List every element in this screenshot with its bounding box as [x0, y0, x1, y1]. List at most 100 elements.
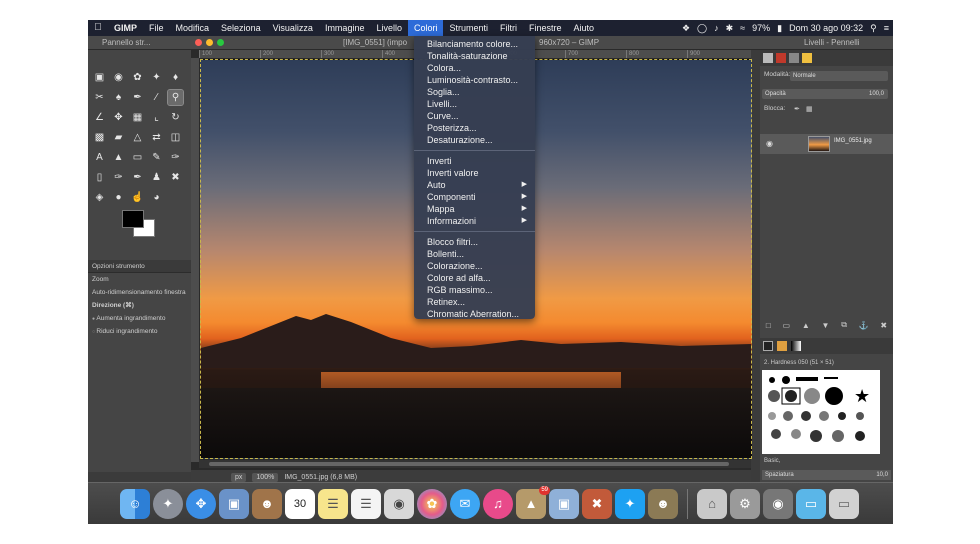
zoom-out-radio[interactable]: Riduci ingrandimento: [88, 325, 191, 338]
color-select-icon[interactable]: ♦: [168, 70, 183, 85]
battery-icon[interactable]: ▮: [777, 23, 782, 34]
opacity-field[interactable]: Opacità 100,0: [762, 89, 888, 99]
perspective-clone-icon[interactable]: ◈: [92, 190, 107, 205]
menu-item-invert[interactable]: Inverti: [414, 155, 535, 167]
launchpad-icon[interactable]: ✦: [153, 488, 183, 519]
xcode-icon[interactable]: ✖: [582, 488, 612, 519]
free-select-icon[interactable]: ✿: [130, 70, 145, 85]
menu-item-max-rgb[interactable]: RGB massimo...: [414, 284, 535, 296]
menu-immagine[interactable]: Immagine: [319, 20, 371, 36]
duplicate-layer-icon[interactable]: ⧉: [841, 320, 847, 330]
undo-tab-icon[interactable]: [802, 53, 812, 63]
new-group-icon[interactable]: ▭: [782, 321, 790, 330]
move-icon[interactable]: ✥: [111, 110, 126, 125]
apple-menu-icon[interactable]: : [88, 20, 108, 36]
menu-item-chromatic-aberration[interactable]: Chromatic Aberration...: [414, 308, 535, 320]
twitter-icon[interactable]: ✦: [615, 488, 645, 519]
menu-item-components[interactable]: Componenti ▶: [414, 191, 535, 203]
chat-icon[interactable]: ◯: [697, 23, 707, 34]
align-icon[interactable]: ▦: [130, 110, 145, 125]
photos-icon[interactable]: ✿: [417, 488, 447, 519]
zoom-in-radio[interactable]: Aumenta ingrandimento: [88, 312, 191, 325]
menu-item-brightness-contrast[interactable]: Luminosità-contrasto...: [414, 74, 535, 86]
rotate-icon[interactable]: ↻: [168, 110, 183, 125]
foreground-color-swatch[interactable]: [122, 210, 144, 228]
photo-booth-icon[interactable]: ◉: [384, 488, 414, 519]
dodge-burn-icon[interactable]: ◕: [149, 190, 164, 205]
menu-item-retinex[interactable]: Retinex...: [414, 296, 535, 308]
color-picker-icon[interactable]: ∕: [149, 90, 164, 105]
menu-item-colorize[interactable]: Colora...: [414, 62, 535, 74]
scale-icon[interactable]: ▩: [92, 130, 107, 145]
channels-tab-icon[interactable]: [776, 53, 786, 63]
paths-icon[interactable]: ✒: [130, 90, 145, 105]
smudge-icon[interactable]: ☝: [130, 190, 145, 205]
dropbox-icon[interactable]: ❖: [682, 23, 690, 34]
gimp-icon[interactable]: ☻: [648, 488, 678, 519]
menu-item-colorify[interactable]: Colorazione...: [414, 260, 535, 272]
bluetooth-icon[interactable]: ✱: [726, 23, 734, 34]
visibility-eye-icon[interactable]: ◉: [766, 139, 773, 148]
preview-icon[interactable]: ▣: [219, 488, 249, 519]
battery-percent[interactable]: 97%: [752, 23, 770, 33]
menu-aiuto[interactable]: Aiuto: [568, 20, 601, 36]
gradients-tab-icon[interactable]: [791, 341, 801, 351]
menu-item-threshold[interactable]: Soglia...: [414, 86, 535, 98]
zoom-select[interactable]: 100%: [252, 472, 279, 482]
flip-icon[interactable]: ⇄: [149, 130, 164, 145]
menu-modifica[interactable]: Modifica: [170, 20, 216, 36]
anchor-layer-icon[interactable]: ⚓: [859, 321, 869, 330]
delete-layer-icon[interactable]: ✖: [880, 321, 887, 330]
menu-item-value-invert[interactable]: Inverti valore: [414, 167, 535, 179]
menu-file[interactable]: File: [143, 20, 170, 36]
speaker-icon[interactable]: ◉: [763, 488, 793, 519]
tool-options-tab[interactable]: Opzioni strumento: [88, 260, 191, 273]
notes-icon[interactable]: ☰: [318, 488, 348, 519]
image-capture-icon[interactable]: ▣: [549, 488, 579, 519]
mode-select[interactable]: Normale: [790, 71, 888, 81]
fuzzy-select-icon[interactable]: ✦: [149, 70, 164, 85]
heal-icon[interactable]: ✖: [168, 170, 183, 185]
airbrush-icon[interactable]: ✑: [111, 170, 126, 185]
menu-colori[interactable]: Colori: [407, 20, 444, 36]
ellipse-select-icon[interactable]: ◉: [111, 70, 126, 85]
menu-filtri[interactable]: Filtri: [494, 20, 523, 36]
brush-set-label[interactable]: Basic,: [764, 458, 780, 464]
clock[interactable]: Dom 30 ago 09:32: [789, 23, 863, 33]
patterns-tab-icon[interactable]: [777, 341, 787, 351]
lock-alpha-icon[interactable]: ▦: [806, 105, 813, 113]
lower-layer-icon[interactable]: ▼: [822, 321, 830, 330]
safari-icon[interactable]: ✥: [186, 488, 216, 519]
lock-pixels-icon[interactable]: ✒: [794, 105, 800, 113]
itunes-icon[interactable]: ♫: [483, 488, 513, 519]
menu-seleziona[interactable]: Seleziona: [215, 20, 267, 36]
layers-tab-icon[interactable]: [763, 53, 773, 63]
scissors-icon[interactable]: ✂: [92, 90, 107, 105]
menu-visualizza[interactable]: Visualizza: [267, 20, 319, 36]
menu-app-gimp[interactable]: GIMP: [108, 20, 143, 36]
volume-icon[interactable]: ♪: [714, 23, 719, 33]
shear-icon[interactable]: ▰: [111, 130, 126, 145]
spacing-slider[interactable]: Spaziatura 10,0: [762, 470, 891, 480]
notification-center-icon[interactable]: ≡: [884, 23, 889, 33]
zoom-tool-icon[interactable]: ⚲: [167, 89, 184, 106]
scroll-thumb[interactable]: [209, 462, 729, 466]
paths-tab-icon[interactable]: [789, 53, 799, 63]
bucket-fill-icon[interactable]: ▲: [111, 150, 126, 165]
fg-bg-colors[interactable]: [122, 210, 162, 242]
menu-item-hot[interactable]: Bollenti...: [414, 248, 535, 260]
close-window-icon[interactable]: [195, 39, 202, 46]
auto-resize-checkbox[interactable]: Auto-ridimensionamento finestra: [88, 286, 191, 299]
menu-item-levels[interactable]: Livelli...: [414, 98, 535, 110]
folder-icon[interactable]: ▭: [796, 488, 826, 519]
layer-name[interactable]: IMG_0551.jpg: [834, 138, 872, 144]
new-layer-icon[interactable]: □: [766, 321, 771, 330]
reminders-icon[interactable]: ☰: [351, 488, 381, 519]
system-prefs-icon[interactable]: ⚙: [730, 488, 760, 519]
menu-item-curves[interactable]: Curve...: [414, 110, 535, 122]
menu-item-filter-pack[interactable]: Blocco filtri...: [414, 236, 535, 248]
perspective-icon[interactable]: △: [130, 130, 145, 145]
messages-icon[interactable]: ✉: [450, 488, 480, 519]
unit-select[interactable]: px: [231, 472, 247, 482]
home-icon[interactable]: ⌂: [697, 488, 727, 519]
